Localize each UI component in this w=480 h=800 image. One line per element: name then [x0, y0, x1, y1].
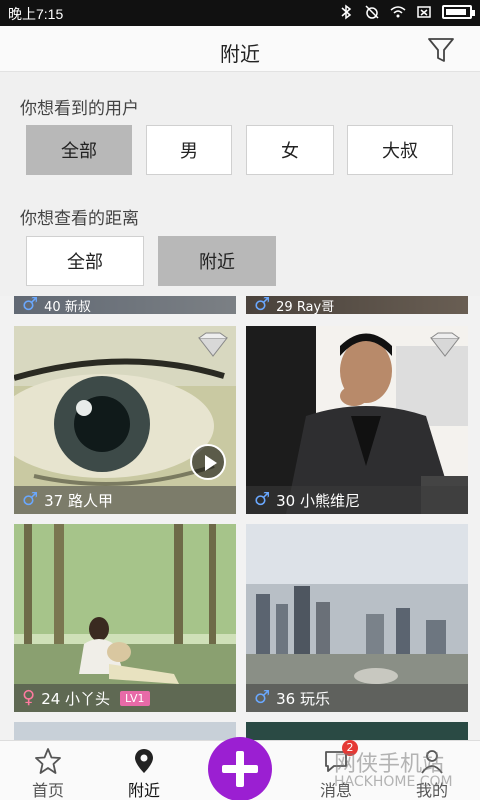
gender-option-female[interactable]: 女: [246, 125, 334, 175]
male-icon: ♂: [254, 489, 271, 510]
user-card-label: 40 新叔: [44, 299, 91, 315]
alarm-off-icon: [365, 5, 379, 19]
level-badge: LV1: [120, 690, 150, 706]
user-card-label: 30 小熊维尼: [276, 491, 360, 510]
female-icon: ♀: [22, 687, 36, 708]
page-title: 附近: [220, 42, 260, 66]
watermark: 网侠手机站 HACKHOME.COM: [310, 742, 480, 800]
no-sim-icon: [417, 6, 431, 18]
user-card-label: 36 玩乐: [276, 689, 330, 708]
male-icon: ♂: [254, 687, 271, 708]
status-time: 晚上7:15: [8, 6, 64, 22]
male-icon: ♂: [254, 296, 271, 314]
distance-option-all[interactable]: 全部: [26, 236, 144, 286]
user-card-caption: ♂ 36 玩乐: [246, 684, 468, 712]
distance-option-nearby[interactable]: 附近: [158, 236, 276, 286]
vip-badge-icon: [429, 332, 461, 357]
nav-label-home: 首页: [31, 781, 64, 800]
nav-item-home[interactable]: 首页: [8, 747, 88, 800]
user-card-caption: ♂ 37 路人甲: [14, 486, 236, 514]
user-card-caption: ♀ 24 小丫头 LV1: [14, 684, 236, 712]
add-post-button[interactable]: [208, 737, 272, 800]
nav-label-nearby: 附近: [127, 781, 160, 800]
vip-badge-icon: [197, 332, 229, 357]
user-card[interactable]: ♂ 30 小熊维尼: [246, 326, 468, 514]
filter-icon[interactable]: [426, 36, 456, 64]
user-card[interactable]: ♀ 24 小丫头 LV1: [14, 524, 236, 712]
gender-option-uncle[interactable]: 大叔: [347, 125, 453, 175]
wifi-icon: [390, 6, 406, 18]
user-feed[interactable]: ♂ 40 新叔 ♂ 29 Ray哥 ♂ 37 路人甲 ♂ 30 小熊维尼 ♀ 2…: [0, 296, 480, 740]
user-card-label: 37 路人甲: [44, 491, 113, 510]
user-card[interactable]: ♂ 29 Ray哥: [246, 296, 468, 314]
status-bar: 晚上7:15: [0, 0, 480, 26]
male-icon: ♂: [22, 489, 39, 510]
user-card-label: 29 Ray哥: [276, 299, 335, 315]
user-card[interactable]: ♂ 40 新叔: [14, 296, 236, 314]
title-bar: 附近: [0, 26, 480, 72]
distance-filter-label: 你想查看的距离: [20, 209, 139, 229]
watermark-line2: HACKHOME.COM: [334, 774, 453, 790]
user-card[interactable]: ♂ 36 玩乐: [246, 524, 468, 712]
male-icon: ♂: [22, 296, 39, 314]
play-video-icon[interactable]: [190, 444, 226, 480]
battery-icon: [442, 5, 475, 19]
star-icon: [35, 748, 61, 774]
user-card[interactable]: [246, 722, 468, 740]
gender-filter-label: 你想看到的用户: [20, 99, 139, 119]
user-card-label: 24 小丫头: [41, 689, 111, 708]
nav-item-nearby[interactable]: 附近: [104, 747, 184, 800]
status-icons: [338, 4, 475, 20]
gender-option-male[interactable]: 男: [146, 125, 232, 175]
gender-option-all[interactable]: 全部: [26, 125, 132, 175]
location-pin-icon: [135, 749, 153, 773]
filter-panel: 你想看到的用户 全部 男 女 大叔 你想查看的距离 全部 附近: [0, 72, 480, 296]
bluetooth-icon: [341, 4, 352, 20]
user-card[interactable]: ♂ 37 路人甲: [14, 326, 236, 514]
user-card[interactable]: [14, 722, 236, 740]
user-card-caption: ♂ 30 小熊维尼: [246, 486, 468, 514]
